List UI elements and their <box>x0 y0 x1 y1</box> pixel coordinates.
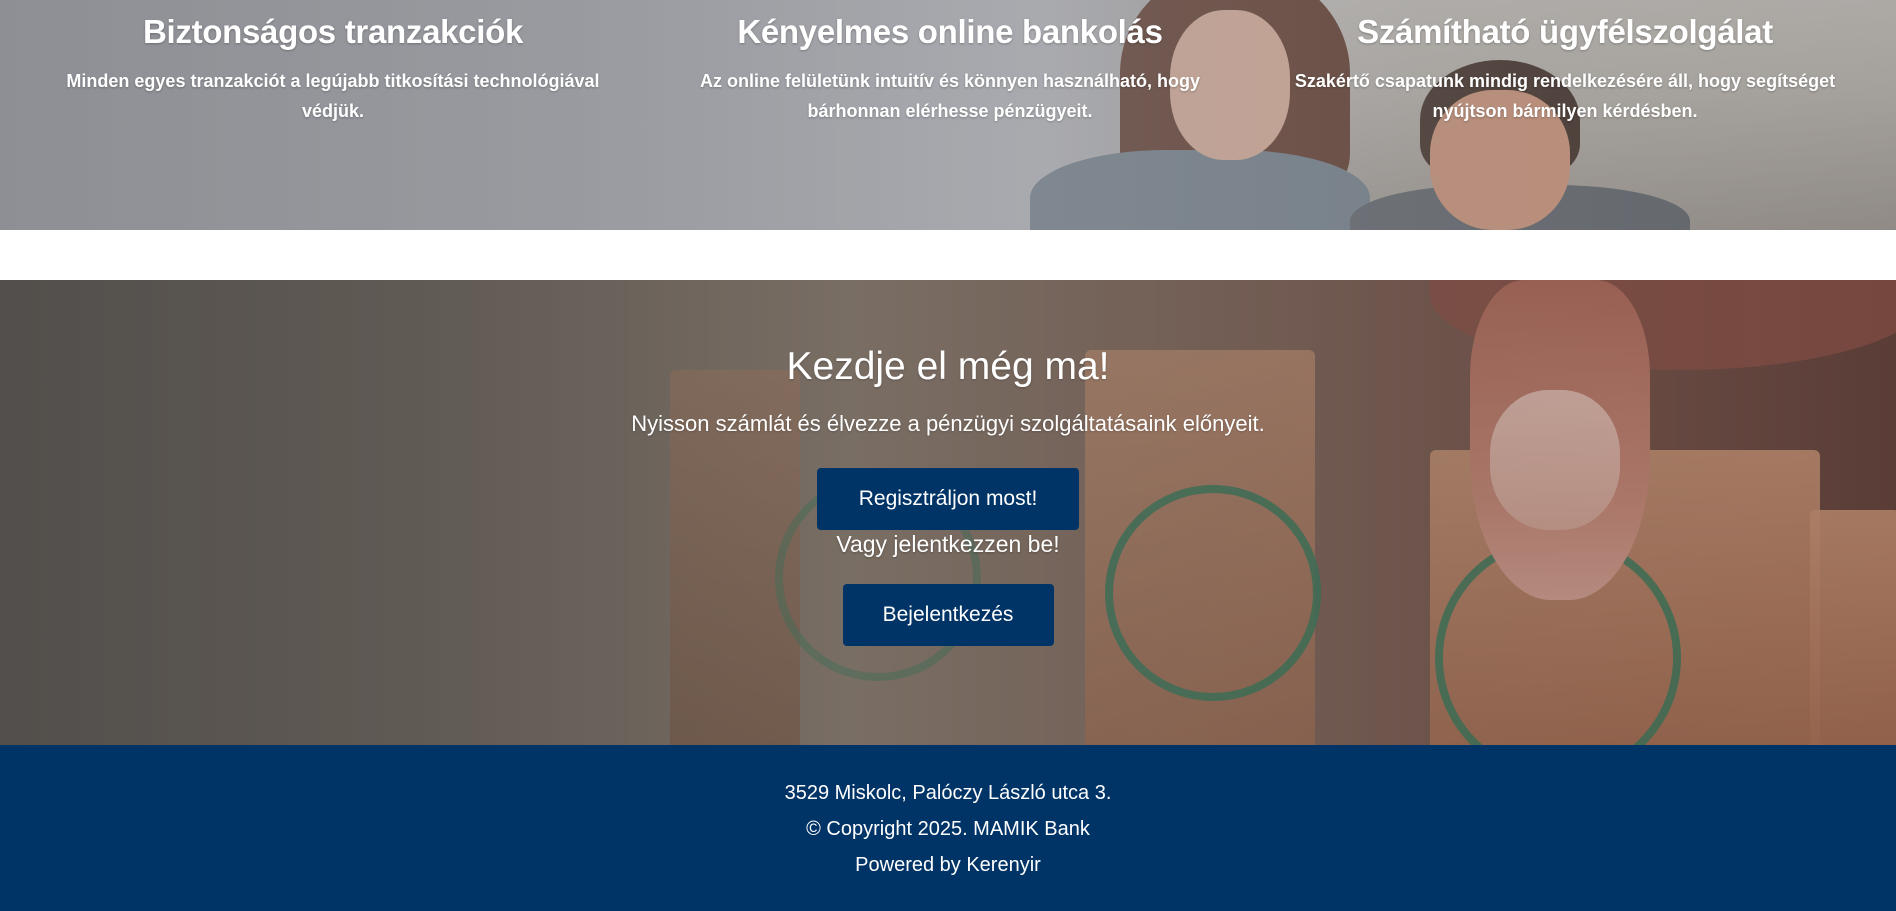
feature-title: Biztonságos tranzakciók <box>142 13 524 50</box>
cta-title: Kezdje el még ma! <box>786 345 1110 388</box>
call-to-action-section: Kezdje el még ma! Nyisson számlát és élv… <box>0 280 1896 745</box>
footer-copyright: © Copyright 2025. MAMIK Bank <box>806 818 1090 840</box>
feature-title: Számítható ügyfélszolgálat <box>1357 13 1773 50</box>
footer-address: 3529 Miskolc, Palóczy László utca 3. <box>784 782 1112 804</box>
cta-subtitle: Nyisson számlát és élvezze a pénzügyi sz… <box>631 411 1265 436</box>
feature-card: Biztonságos tranzakciók Minden egyes tra… <box>53 12 613 126</box>
section-spacer <box>0 230 1896 280</box>
feature-card: Kényelmes online bankolás Az online felü… <box>670 12 1230 126</box>
feature-title: Kényelmes online bankolás <box>737 13 1163 50</box>
footer: 3529 Miskolc, Palóczy László utca 3. © C… <box>0 745 1896 911</box>
feature-card: Számítható ügyfélszolgálat Szakértő csap… <box>1285 12 1845 126</box>
features-section: Biztonságos tranzakciók Minden egyes tra… <box>0 0 1896 230</box>
feature-text: Minden egyes tranzakciót a legújabb titk… <box>66 71 600 121</box>
register-button[interactable]: Regisztráljon most! <box>817 468 1079 530</box>
feature-text: Az online felületünk intuitív és könnyen… <box>699 71 1201 121</box>
feature-text: Szakértő csapatunk mindig rendelkezésére… <box>1294 71 1836 121</box>
footer-powered-by: Powered by Kerenyir <box>855 854 1041 876</box>
cta-content: Kezdje el még ma! Nyisson számlát és élv… <box>0 280 1896 646</box>
login-button[interactable]: Bejelentkezés <box>842 584 1054 646</box>
login-prompt: Vagy jelentkezzen be! <box>836 531 1060 557</box>
